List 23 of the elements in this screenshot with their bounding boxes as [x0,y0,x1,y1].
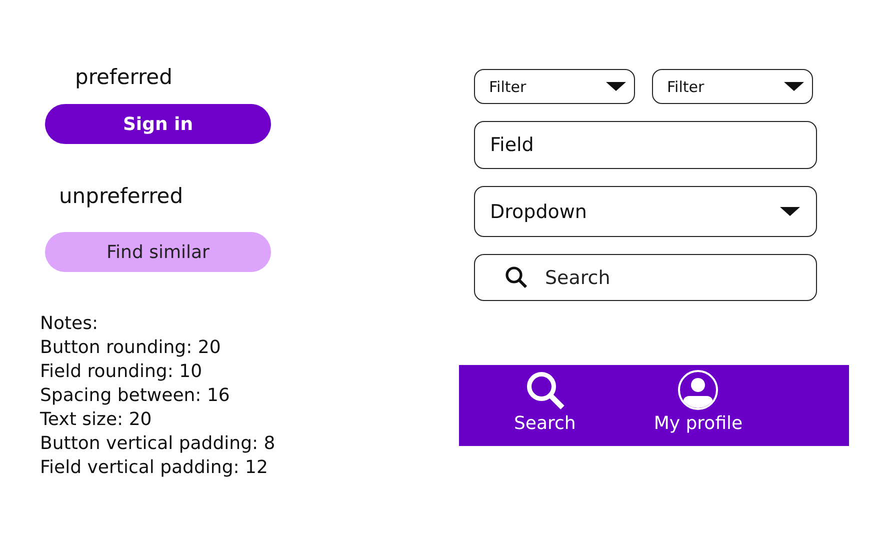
search-icon [504,265,528,289]
text-field[interactable]: Field [474,121,817,169]
profile-icon [677,369,720,411]
nav-item[interactable]: My profile [654,365,743,446]
sign-in-button[interactable]: Sign in [45,104,271,144]
note-line: Text size: 20 [40,408,152,432]
caret-icon [784,82,804,92]
filter-dropdown[interactable]: Filter [474,69,635,104]
find-similar-button[interactable]: Find similar [45,232,271,272]
search-field[interactable]: Search [474,254,817,301]
unpreferred-label: unpreferred [59,183,184,210]
filter-dropdown[interactable]: Filter [652,69,813,104]
caret-icon [780,206,800,216]
note-line: Field rounding: 10 [40,360,202,384]
note-line: Button vertical padding: 8 [40,432,276,456]
nav-item[interactable]: Search [514,365,576,446]
note-line: Notes: [40,312,98,336]
dropdown[interactable]: Dropdown [474,186,817,237]
note-line: Button rounding: 20 [40,336,221,360]
note-line: Field vertical padding: 12 [40,456,268,480]
note-line: Spacing between: 16 [40,384,230,408]
preferred-label: preferred [75,64,172,91]
caret-icon [606,82,626,92]
